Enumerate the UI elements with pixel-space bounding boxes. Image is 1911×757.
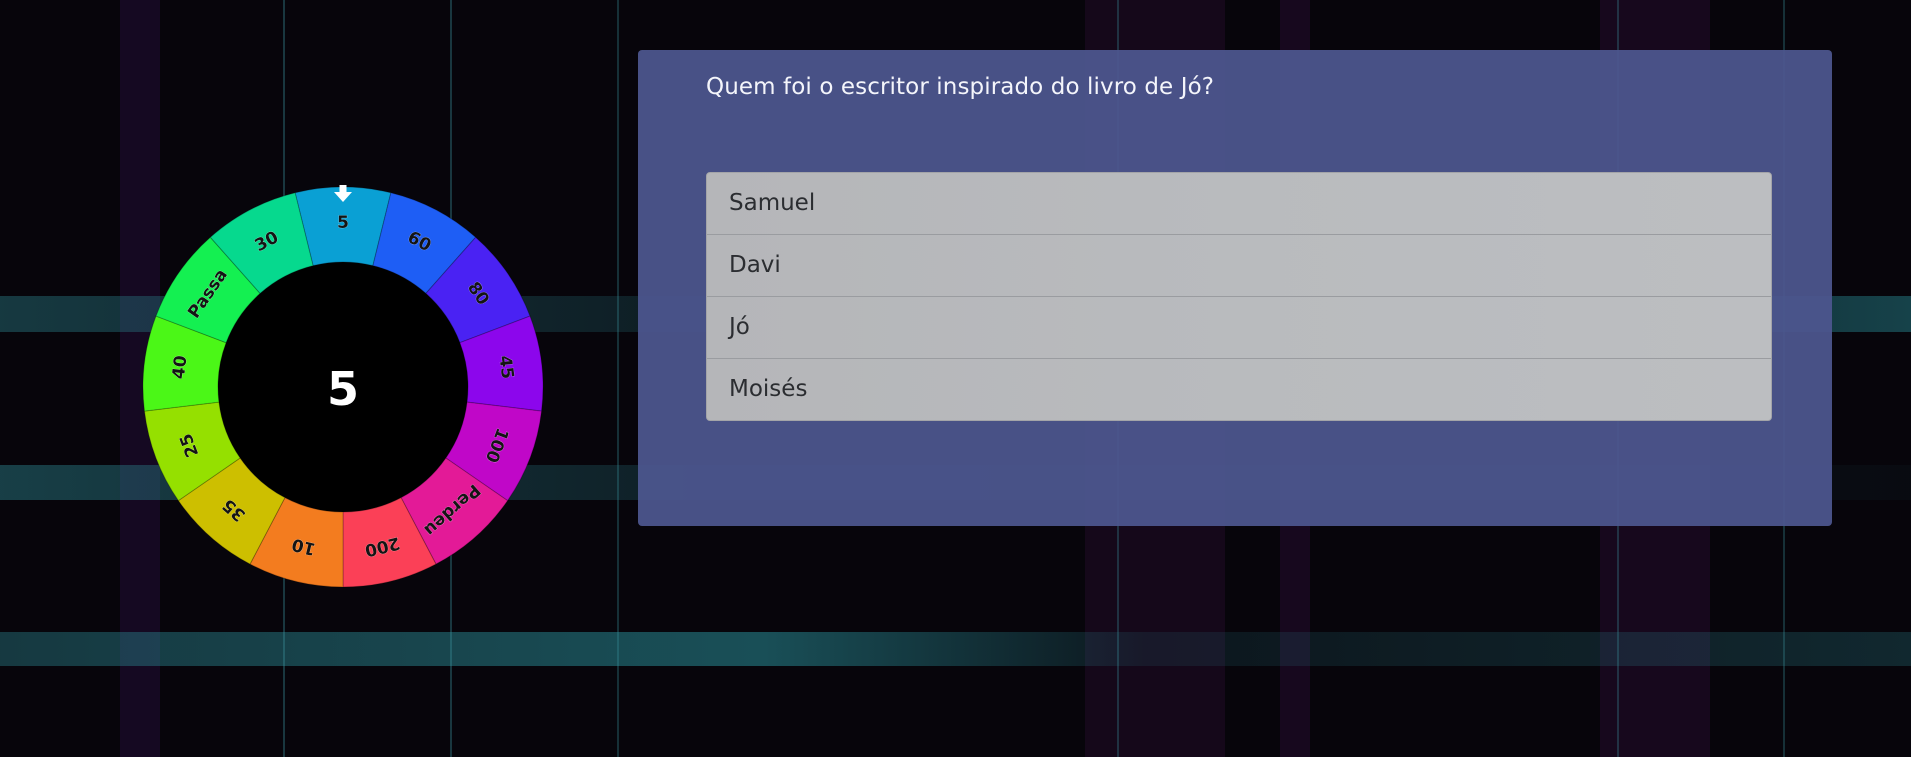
answer-option-davi[interactable]: Davi (707, 235, 1771, 297)
answer-option-samuel[interactable]: Samuel (707, 173, 1771, 235)
answer-option-moises[interactable]: Moisés (707, 359, 1771, 420)
question-panel: Quem foi o escritor inspirado do livro d… (638, 50, 1832, 526)
answer-list: Samuel Davi Jó Moisés (706, 172, 1772, 421)
prize-wheel[interactable]: 5608045100Perdeu20010352540Passa305 (138, 182, 548, 592)
wheel-segment-label: 40 (169, 354, 192, 380)
wheel-result-value: 5 (327, 362, 359, 416)
wheel-segment-label: 5 (337, 213, 349, 233)
wheel-segment-label: 45 (494, 354, 517, 380)
answer-option-jo[interactable]: Jó (707, 297, 1771, 359)
question-text: Quem foi o escritor inspirado do livro d… (706, 74, 1215, 100)
